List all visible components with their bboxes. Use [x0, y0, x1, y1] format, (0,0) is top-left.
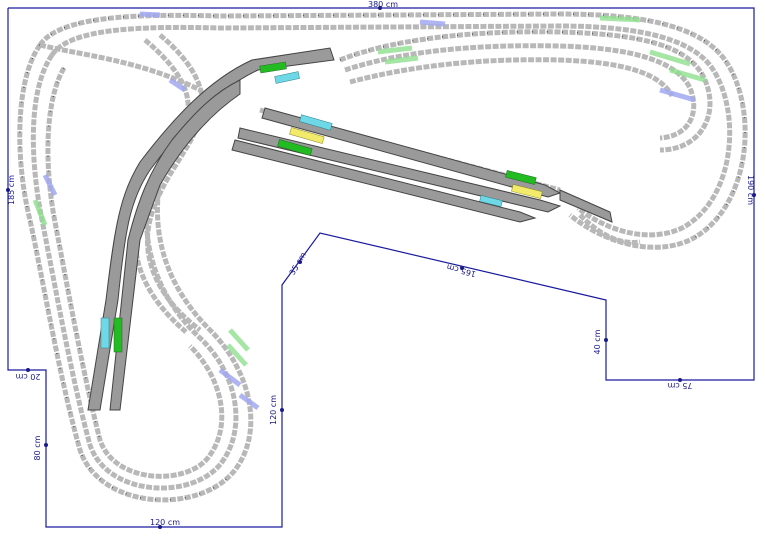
dim-middle-vertical: 120 cm	[269, 395, 278, 425]
station-left-platform	[87, 47, 335, 411]
dim-left-inner: 80 cm	[33, 435, 42, 460]
dim-right-inner: 40 cm	[593, 329, 602, 354]
dim-bottom-left: 120 cm	[150, 518, 180, 527]
layout-plan: 380 cm 185 cm 190 cm 20 cm 80 cm 120 cm …	[6, 0, 756, 529]
dim-right-outer: 190 cm	[746, 175, 755, 205]
dim-diag-short: 35 cm	[288, 251, 308, 277]
station-right-platform	[231, 107, 613, 223]
dim-top: 380 cm	[368, 0, 398, 9]
dim-middle-horizontal: 165 cm	[446, 262, 478, 279]
dim-bottom-right: 75 cm	[667, 381, 692, 390]
dim-left-outer: 185 cm	[7, 175, 16, 205]
dim-left-step: 20 cm	[15, 372, 40, 381]
